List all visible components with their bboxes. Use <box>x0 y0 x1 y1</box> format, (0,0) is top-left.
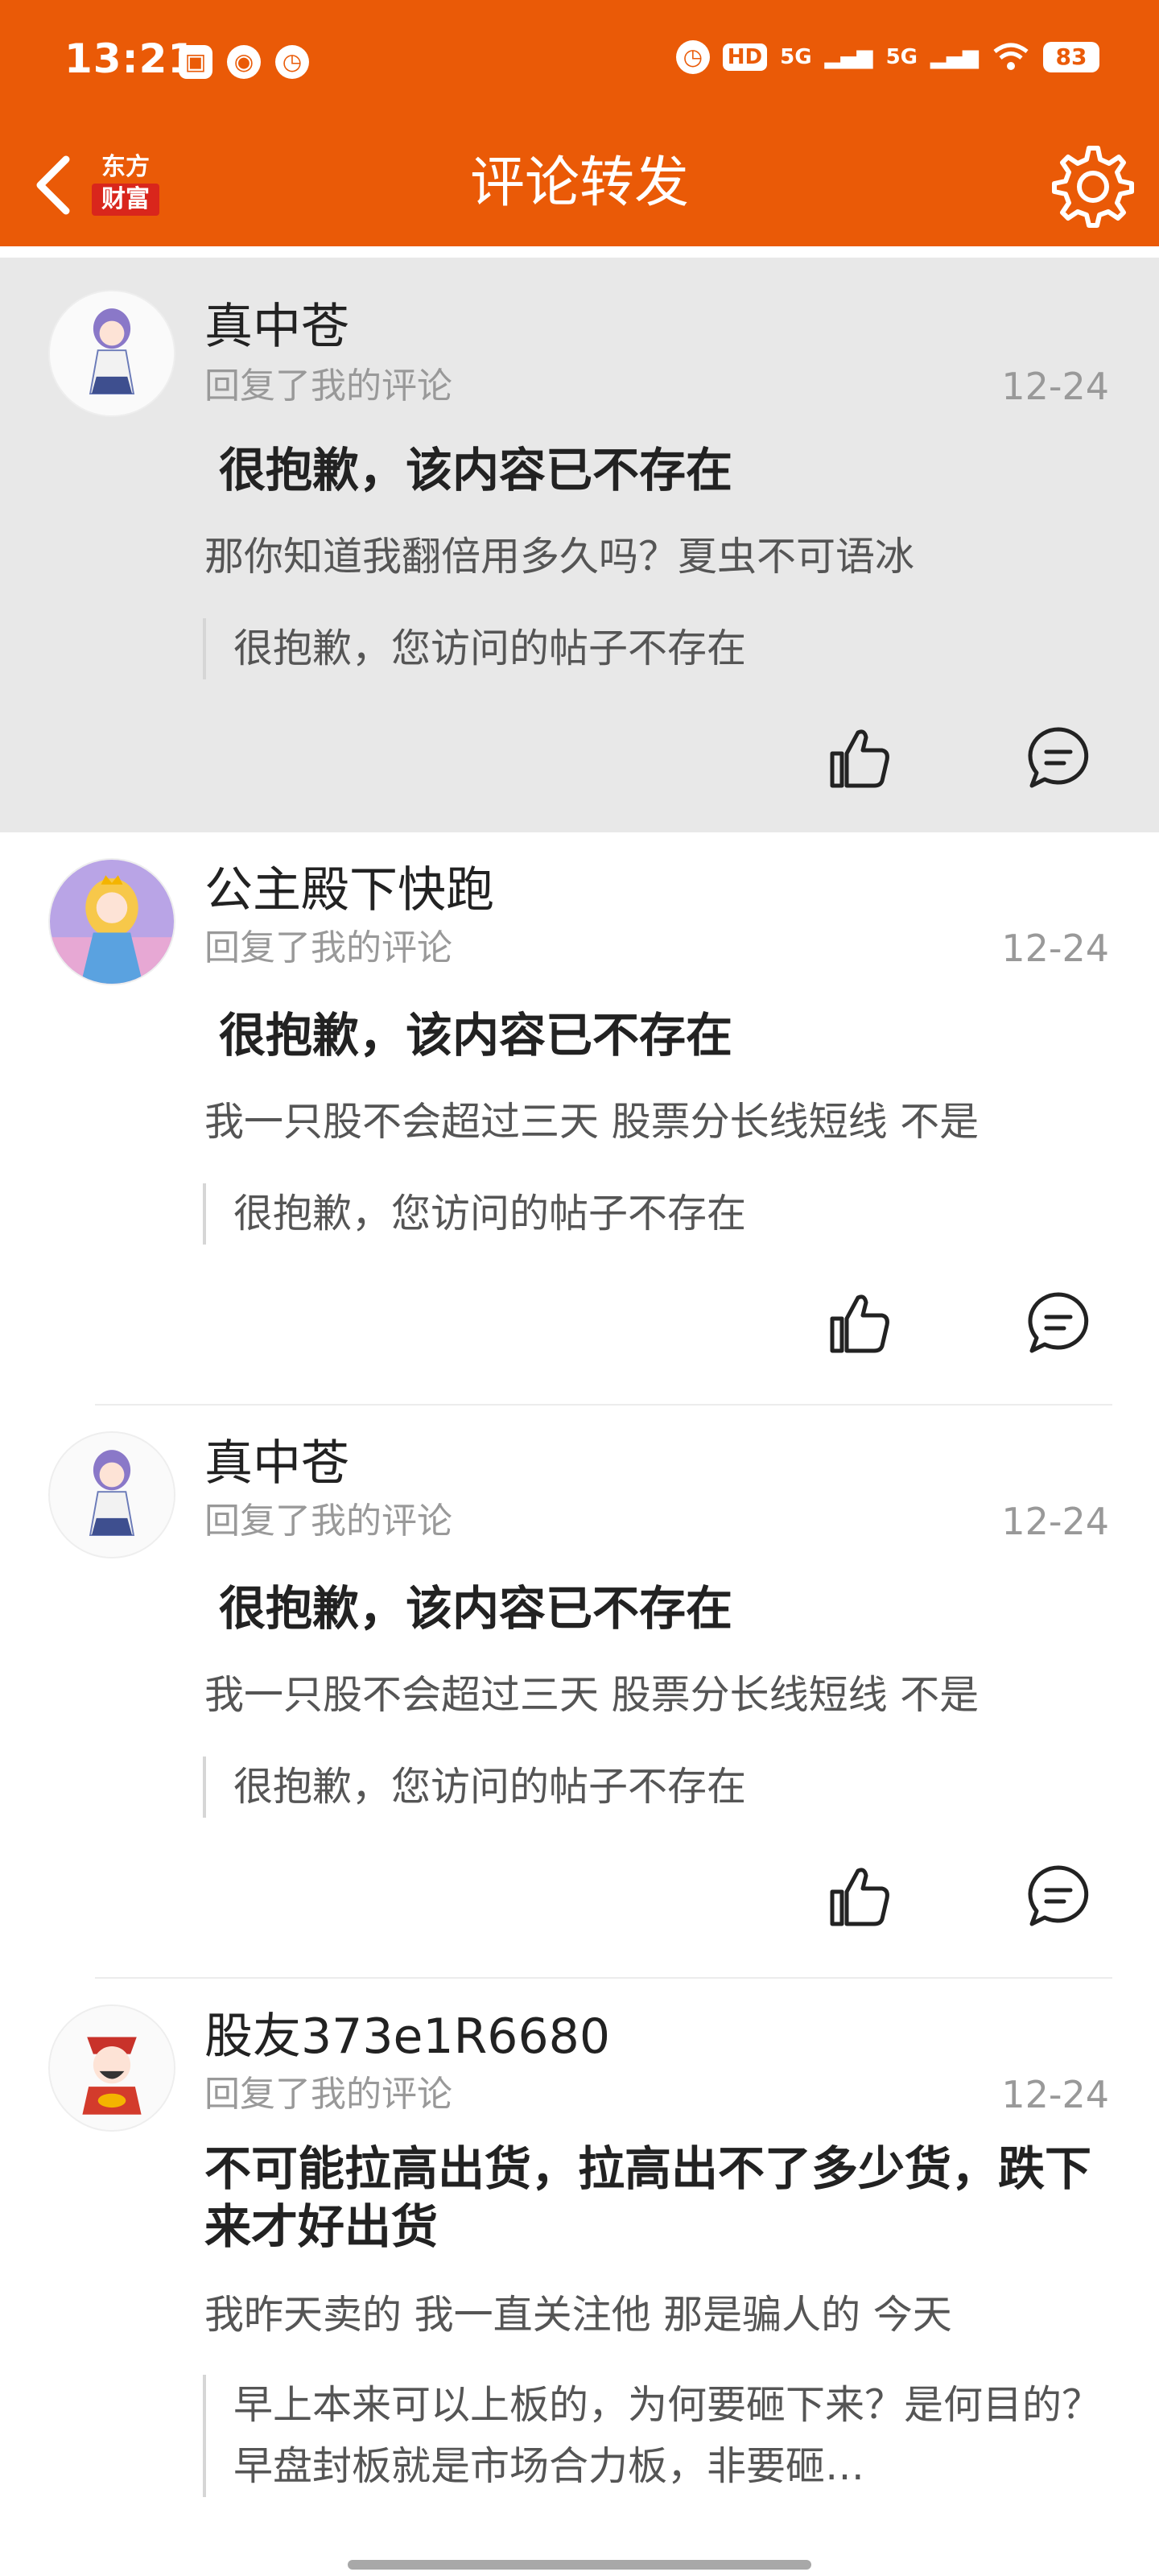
signal-5g-2-icon: 5G <box>885 45 918 69</box>
avatar[interactable] <box>48 2004 175 2132</box>
princess-avatar-icon <box>50 860 174 984</box>
date: 12-24 <box>1001 365 1109 408</box>
comment-title[interactable]: 不可能拉高出货，拉高出不了多少货，跌下来才好出货 <box>204 2140 1109 2256</box>
comment-title[interactable]: 很抱歉，该内容已不存在 <box>219 1579 1109 1637</box>
reply-text[interactable]: 我昨天卖的 我一直关注他 那是骗人的 今天 <box>204 2289 1112 2341</box>
list-item[interactable]: 真中苍 回复了我的评论 12-24 很抱歉，该内容已不存在 我一只股不会超过三天… <box>0 1406 1159 1979</box>
alarm-clock-icon: ◷ <box>675 40 710 74</box>
username[interactable]: 公主殿下快跑 <box>204 861 494 919</box>
date: 12-24 <box>1001 927 1109 970</box>
signal-bars-2-icon: ▂▄▆ <box>930 45 979 69</box>
status-time: 13:21 <box>64 35 197 82</box>
reply-text[interactable]: 那你知道我翻倍用多久吗？夏虫不可语冰 <box>204 531 1112 583</box>
quoted-post[interactable]: 很抱歉，您访问的帖子不存在 <box>203 618 1112 679</box>
username[interactable]: 真中苍 <box>204 298 349 356</box>
quoted-post[interactable]: 很抱歉，您访问的帖子不存在 <box>203 1183 1112 1245</box>
comment-title[interactable]: 很抱歉，该内容已不存在 <box>219 1006 1109 1064</box>
action-text: 回复了我的评论 <box>204 927 452 968</box>
header: 13:21 ▣ ◉ ◷ ◷ HD 5G ▂▄▆ 5G ▂▄▆ 83 东方 财富 … <box>0 0 1159 246</box>
reply-text[interactable]: 我一只股不会超过三天 股票分长线短线 不是 <box>204 1670 1112 1721</box>
comment-bubble-icon[interactable] <box>1022 1286 1095 1359</box>
anime-girl-avatar-icon <box>50 1433 174 1557</box>
action-text: 回复了我的评论 <box>204 1501 452 1542</box>
settings-gear-icon[interactable] <box>1046 140 1135 229</box>
fortune-god-avatar-icon <box>50 2006 174 2130</box>
signal-bars-icon: ▂▄▆ <box>824 45 873 69</box>
alarm-icon: ◷ <box>275 45 309 79</box>
anime-girl-avatar-icon <box>50 291 174 415</box>
thumbs-up-icon[interactable] <box>823 1286 895 1359</box>
hd-icon: HD <box>722 43 768 71</box>
app-notification-icon: ▣ <box>179 45 212 79</box>
page-title: 评论转发 <box>469 151 689 215</box>
notification-icons: ▣ ◉ ◷ <box>179 45 309 79</box>
battery-icon: 83 <box>1043 42 1099 72</box>
list-item[interactable]: 股友373e1R6680 回复了我的评论 12-24 不可能拉高出货，拉高出不了… <box>0 1979 1159 2576</box>
action-text: 回复了我的评论 <box>204 2074 452 2115</box>
date: 12-24 <box>1001 2073 1109 2116</box>
reply-text[interactable]: 我一只股不会超过三天 股票分长线短线 不是 <box>204 1096 1112 1148</box>
status-bar: 13:21 ▣ ◉ ◷ ◷ HD 5G ▂▄▆ 5G ▂▄▆ 83 <box>0 0 1159 129</box>
signal-5g-icon: 5G <box>780 45 812 69</box>
thumbs-up-icon[interactable] <box>823 721 895 794</box>
avatar[interactable] <box>48 858 175 985</box>
username[interactable]: 股友373e1R6680 <box>204 2008 610 2066</box>
comment-bubble-icon[interactable] <box>1022 721 1095 794</box>
quoted-post[interactable]: 早上本来可以上板的，为何要砸下来？是何目的？早盘封板就是市场合力板，非要砸… <box>203 2375 1112 2497</box>
avatar[interactable] <box>48 1431 175 1558</box>
quoted-post[interactable]: 很抱歉，您访问的帖子不存在 <box>203 1757 1112 1818</box>
wifi-icon <box>993 43 1029 70</box>
wechat-icon: ◉ <box>227 45 261 79</box>
comment-forward-list: 真中苍 回复了我的评论 12-24 很抱歉，该内容已不存在 那你知道我翻倍用多久… <box>0 246 1159 2576</box>
avatar[interactable] <box>48 290 175 417</box>
list-item[interactable]: 公主殿下快跑 回复了我的评论 12-24 很抱歉，该内容已不存在 我一只股不会超… <box>0 832 1159 1406</box>
thumbs-up-icon[interactable] <box>823 1860 895 1932</box>
username[interactable]: 真中苍 <box>204 1435 349 1492</box>
list-item[interactable]: 真中苍 回复了我的评论 12-24 很抱歉，该内容已不存在 那你知道我翻倍用多久… <box>0 258 1159 832</box>
nav-bar: 东方 财富 评论转发 <box>0 129 1159 246</box>
comment-bubble-icon[interactable] <box>1022 1860 1095 1932</box>
date: 12-24 <box>1001 1500 1109 1543</box>
home-indicator[interactable] <box>348 2560 811 2570</box>
action-text: 回复了我的评论 <box>204 365 452 407</box>
comment-title[interactable]: 很抱歉，该内容已不存在 <box>219 441 1109 499</box>
system-icons: ◷ HD 5G ▂▄▆ 5G ▂▄▆ 83 <box>675 40 1099 74</box>
